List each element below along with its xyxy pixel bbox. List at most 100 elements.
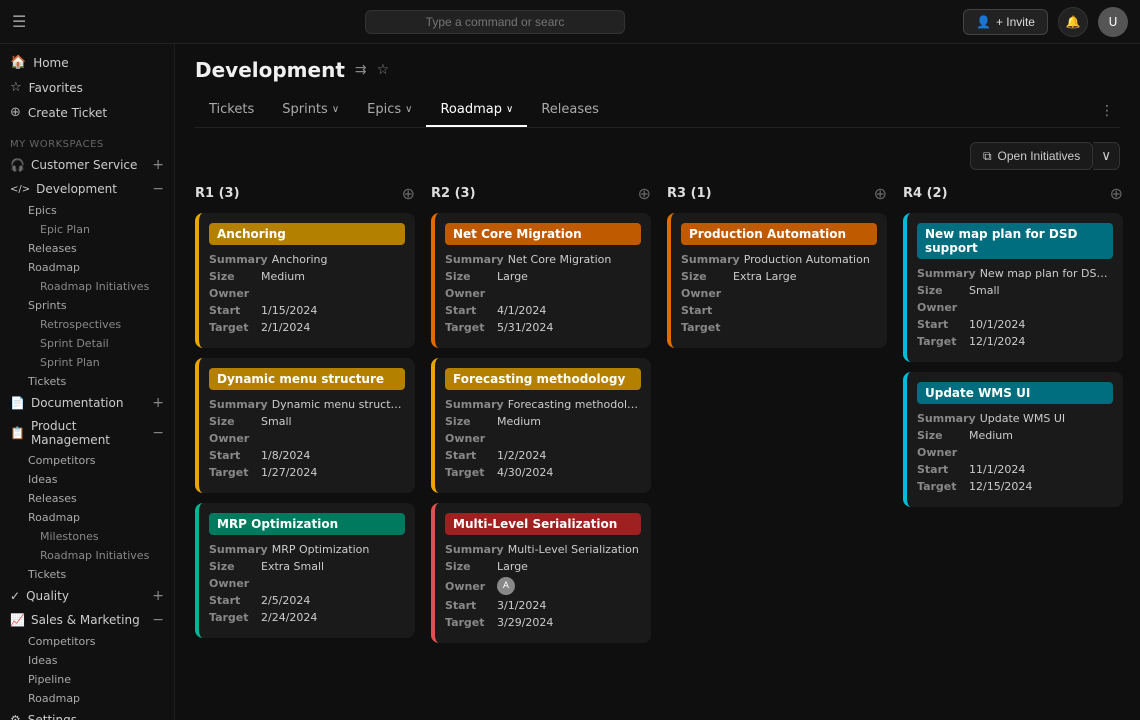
tab-sprints[interactable]: Sprints ∨ [268, 94, 353, 127]
column-r3-title: R3 (1) [667, 186, 712, 201]
column-r1-title: R1 (3) [195, 186, 240, 201]
share-icon[interactable]: ⇉ [355, 62, 367, 78]
card-wms-title: Update WMS UI [917, 382, 1113, 404]
my-workspaces-label: My Workspaces [0, 131, 174, 153]
column-r4-title: R4 (2) [903, 186, 948, 201]
sidebar-sub-roadmap-pm[interactable]: Roadmap [0, 508, 174, 527]
sidebar-sub-ideas-sm[interactable]: Ideas [0, 651, 174, 670]
product-management-collapse-icon[interactable]: − [152, 425, 164, 441]
sidebar-sub-releases-pm[interactable]: Releases [0, 489, 174, 508]
column-r2-header: R2 (3) ⊕ [431, 184, 651, 203]
card-forecasting[interactable]: Forecasting methodology SummaryForecasti… [431, 358, 651, 493]
quality-add-icon[interactable]: + [152, 588, 164, 604]
column-r3: R3 (1) ⊕ Production Automation SummaryPr… [667, 184, 887, 653]
sidebar-sub-sprint-detail[interactable]: Sprint Detail [0, 334, 174, 353]
sidebar-sub-roadmap-initiatives[interactable]: Roadmap Initiatives [0, 277, 174, 296]
sidebar-sub-pipeline[interactable]: Pipeline [0, 670, 174, 689]
column-r3-add-icon[interactable]: ⊕ [874, 184, 887, 203]
sidebar-sub-epics[interactable]: Epics [0, 201, 174, 220]
code-icon: </> [10, 184, 30, 195]
star-icon: ☆ [10, 80, 22, 95]
card-anchoring-title: Anchoring [209, 223, 405, 245]
card-dynamic-menu-title: Dynamic menu structure [209, 368, 405, 390]
sidebar-item-development[interactable]: </> Development − [0, 177, 174, 201]
user-avatar[interactable]: U [1098, 7, 1128, 37]
sidebar-sub-roadmap-initiatives-pm[interactable]: Roadmap Initiatives [0, 546, 174, 565]
filter-open-initiatives-button[interactable]: ⧉ Open Initiatives [970, 142, 1093, 170]
search-input[interactable] [365, 10, 625, 34]
customer-service-add-icon[interactable]: + [152, 157, 164, 173]
content-area: Development ⇉ ☆ Tickets Sprints ∨ Epics … [175, 44, 1140, 720]
card-production-automation[interactable]: Production Automation SummaryProduction … [667, 213, 887, 348]
column-r4-add-icon[interactable]: ⊕ [1110, 184, 1123, 203]
sidebar-sub-retrospectives[interactable]: Retrospectives [0, 315, 174, 334]
topbar-right: 👤 + Invite 🔔 U [963, 7, 1128, 37]
sidebar-sub-tickets-dev[interactable]: Tickets [0, 372, 174, 391]
card-mrp-title: MRP Optimization [209, 513, 405, 535]
headphone-icon: 🎧 [10, 158, 25, 172]
sidebar-item-home[interactable]: 🏠 Home [0, 50, 174, 75]
sidebar-sub-sprints[interactable]: Sprints [0, 296, 174, 315]
card-multi-level-title: Multi-Level Serialization [445, 513, 641, 535]
notification-button[interactable]: 🔔 [1058, 7, 1088, 37]
sidebar-item-create-ticket[interactable]: ⊕ Create Ticket [0, 100, 174, 125]
sidebar-item-favorites[interactable]: ☆ Favorites [0, 75, 174, 100]
filter-icon: ⧉ [983, 149, 992, 164]
sidebar-item-quality[interactable]: ✓ Quality + [0, 584, 174, 608]
invite-button[interactable]: 👤 + Invite [963, 9, 1048, 35]
sidebar-sub-competitors-sm[interactable]: Competitors [0, 632, 174, 651]
content-header: Development ⇉ ☆ Tickets Sprints ∨ Epics … [175, 44, 1140, 128]
filter-dropdown-arrow[interactable]: ∨ [1093, 142, 1120, 170]
column-r1-add-icon[interactable]: ⊕ [402, 184, 415, 203]
topbar: ☰ 👤 + Invite 🔔 U [0, 0, 1140, 44]
tabs: Tickets Sprints ∨ Epics ∨ Roadmap ∨ Rele… [195, 94, 613, 127]
card-multi-level[interactable]: Multi-Level Serialization SummaryMulti-L… [431, 503, 651, 643]
card-anchoring[interactable]: Anchoring SummaryAnchoring SizeMedium Ow… [195, 213, 415, 348]
sidebar-item-customer-service[interactable]: 🎧 Customer Service + [0, 153, 174, 177]
sidebar-sub-tickets-pm[interactable]: Tickets [0, 565, 174, 584]
column-r4-header: R4 (2) ⊕ [903, 184, 1123, 203]
card-net-core[interactable]: Net Core Migration SummaryNet Core Migra… [431, 213, 651, 348]
tab-epics[interactable]: Epics ∨ [353, 94, 426, 127]
card-update-wms[interactable]: Update WMS UI SummaryUpdate WMS UI SizeM… [903, 372, 1123, 507]
sidebar-sub-epic-plan[interactable]: Epic Plan [0, 220, 174, 239]
development-collapse-icon[interactable]: − [152, 181, 164, 197]
roadmap-content: ⧉ Open Initiatives ∨ R1 (3) ⊕ Anchoring [175, 128, 1140, 720]
tab-releases[interactable]: Releases [527, 94, 613, 127]
sidebar-sub-sprint-plan[interactable]: Sprint Plan [0, 353, 174, 372]
column-r2-add-icon[interactable]: ⊕ [638, 184, 651, 203]
product-icon: 📋 [10, 426, 25, 440]
topbar-left: ☰ [12, 12, 26, 31]
sidebar-sub-ideas-pm[interactable]: Ideas [0, 470, 174, 489]
more-options-icon[interactable]: ⋮ [1094, 95, 1120, 127]
card-new-map-title: New map plan for DSD support [917, 223, 1113, 259]
sidebar-sub-roadmap-sm[interactable]: Roadmap [0, 689, 174, 708]
documentation-add-icon[interactable]: + [152, 395, 164, 411]
sidebar-item-product-management[interactable]: 📋 Product Management − [0, 415, 174, 451]
card-forecasting-title: Forecasting methodology [445, 368, 641, 390]
sidebar-sub-releases[interactable]: Releases [0, 239, 174, 258]
sidebar-item-settings[interactable]: ⚙ Settings [0, 708, 174, 720]
card-mrp-optimization[interactable]: MRP Optimization SummaryMRP Optimization… [195, 503, 415, 638]
card-dynamic-menu[interactable]: Dynamic menu structure SummaryDynamic me… [195, 358, 415, 493]
filter-button-group: ⧉ Open Initiatives ∨ [970, 142, 1120, 170]
tab-roadmap[interactable]: Roadmap ∨ [426, 94, 527, 127]
sidebar-sub-roadmap[interactable]: Roadmap [0, 258, 174, 277]
card-new-map-plan[interactable]: New map plan for DSD support SummaryNew … [903, 213, 1123, 362]
menu-icon[interactable]: ☰ [12, 12, 26, 31]
card-production-title: Production Automation [681, 223, 877, 245]
tab-tickets[interactable]: Tickets [195, 94, 268, 127]
card-net-core-title: Net Core Migration [445, 223, 641, 245]
column-r1-header: R1 (3) ⊕ [195, 184, 415, 203]
column-r2-title: R2 (3) [431, 186, 476, 201]
star-icon[interactable]: ☆ [377, 62, 390, 78]
sidebar-sub-competitors-pm[interactable]: Competitors [0, 451, 174, 470]
sidebar-sub-milestones[interactable]: Milestones [0, 527, 174, 546]
sidebar-item-documentation[interactable]: 📄 Documentation + [0, 391, 174, 415]
plus-circle-icon: ⊕ [10, 105, 21, 120]
owner-avatar: A [497, 577, 515, 595]
sales-collapse-icon[interactable]: − [152, 612, 164, 628]
sidebar-item-sales-marketing[interactable]: 📈 Sales & Marketing − [0, 608, 174, 632]
bell-icon: 🔔 [1066, 15, 1081, 29]
roadmap-columns: R1 (3) ⊕ Anchoring SummaryAnchoring Size… [195, 184, 1123, 653]
